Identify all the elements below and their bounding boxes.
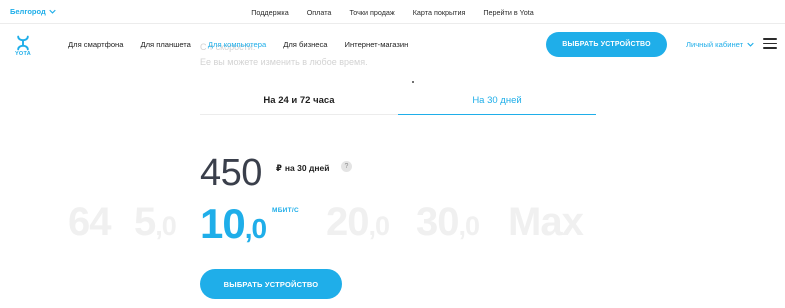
yota-logo-icon (17, 35, 29, 51)
choose-device-button-top[interactable]: ВЫБРАТЬ УСТРОЙСТВО (546, 32, 667, 57)
nav-item-business[interactable]: Для бизнеса (283, 40, 327, 49)
nav-links: Для смартфона Для планшета Для компьютер… (68, 40, 425, 49)
speed-option-20[interactable]: 20,0 (326, 200, 391, 245)
speed-option-64[interactable]: 64 (68, 200, 111, 245)
logo-text: YOTA (14, 51, 32, 57)
speed-decimal: ,0 (458, 211, 481, 241)
speed-decimal: ,0 (368, 211, 391, 241)
chevron-down-icon (747, 42, 754, 47)
personal-account-label: Личный кабинет (686, 40, 744, 49)
tariff-tabs: На 24 и 72 часа На 30 дней (200, 87, 596, 115)
speed-option-10[interactable]: 10,0 (200, 200, 267, 248)
speed-unit: МБИТ/С (272, 207, 300, 214)
period-label: на 30 дней (284, 163, 330, 173)
speed-option-5[interactable]: 5,0 (134, 200, 177, 245)
tab-30-days[interactable]: На 30 дней (398, 87, 596, 115)
speed-decimal: ,0 (155, 211, 177, 241)
top-utility-bar: Белгород Поддержка Оплата Точки продаж К… (0, 0, 785, 24)
speed-value: 10 (200, 200, 246, 247)
loading-dot (412, 81, 414, 83)
price-value: 450 (200, 152, 262, 194)
tab-24-72-hours[interactable]: На 24 и 72 часа (200, 87, 398, 115)
price-period: ₽ на 30 дней (276, 163, 329, 174)
top-links: Поддержка Оплата Точки продаж Карта покр… (0, 8, 785, 17)
link-payment[interactable]: Оплата (307, 8, 332, 17)
link-coverage-map[interactable]: Карта покрытия (413, 8, 466, 17)
help-icon[interactable]: ? (341, 161, 352, 172)
menu-icon[interactable] (763, 38, 777, 49)
main-nav: YOTA Для смартфона Для планшета Для комп… (0, 25, 785, 65)
nav-item-computer[interactable]: Для компьютера (208, 40, 266, 49)
link-support[interactable]: Поддержка (251, 8, 289, 17)
personal-account-link[interactable]: Личный кабинет (686, 40, 754, 49)
currency-symbol: ₽ (276, 163, 282, 173)
speed-option-max[interactable]: Max (508, 200, 584, 245)
nav-item-smartphone[interactable]: Для смартфона (68, 40, 123, 49)
speed-value: Max (508, 200, 584, 244)
link-go-to-yota[interactable]: Перейти в Yota (483, 8, 533, 17)
link-sales-points[interactable]: Точки продаж (349, 8, 394, 17)
speed-value: 5 (134, 200, 156, 244)
speed-decimal: ,0 (244, 213, 267, 244)
speed-option-30[interactable]: 30,0 (416, 200, 481, 245)
speed-value: 30 (416, 200, 459, 244)
speed-value: 20 (326, 200, 369, 244)
yota-logo[interactable]: YOTA (13, 35, 33, 61)
nav-item-shop[interactable]: Интернет-магазин (345, 40, 409, 49)
choose-device-button[interactable]: ВЫБРАТЬ УСТРОЙСТВО (200, 269, 342, 299)
speed-value: 64 (68, 200, 111, 244)
nav-item-tablet[interactable]: Для планшета (140, 40, 190, 49)
speed-selector: 64 5,0 10,0 20,0 30,0 Max (0, 200, 785, 250)
